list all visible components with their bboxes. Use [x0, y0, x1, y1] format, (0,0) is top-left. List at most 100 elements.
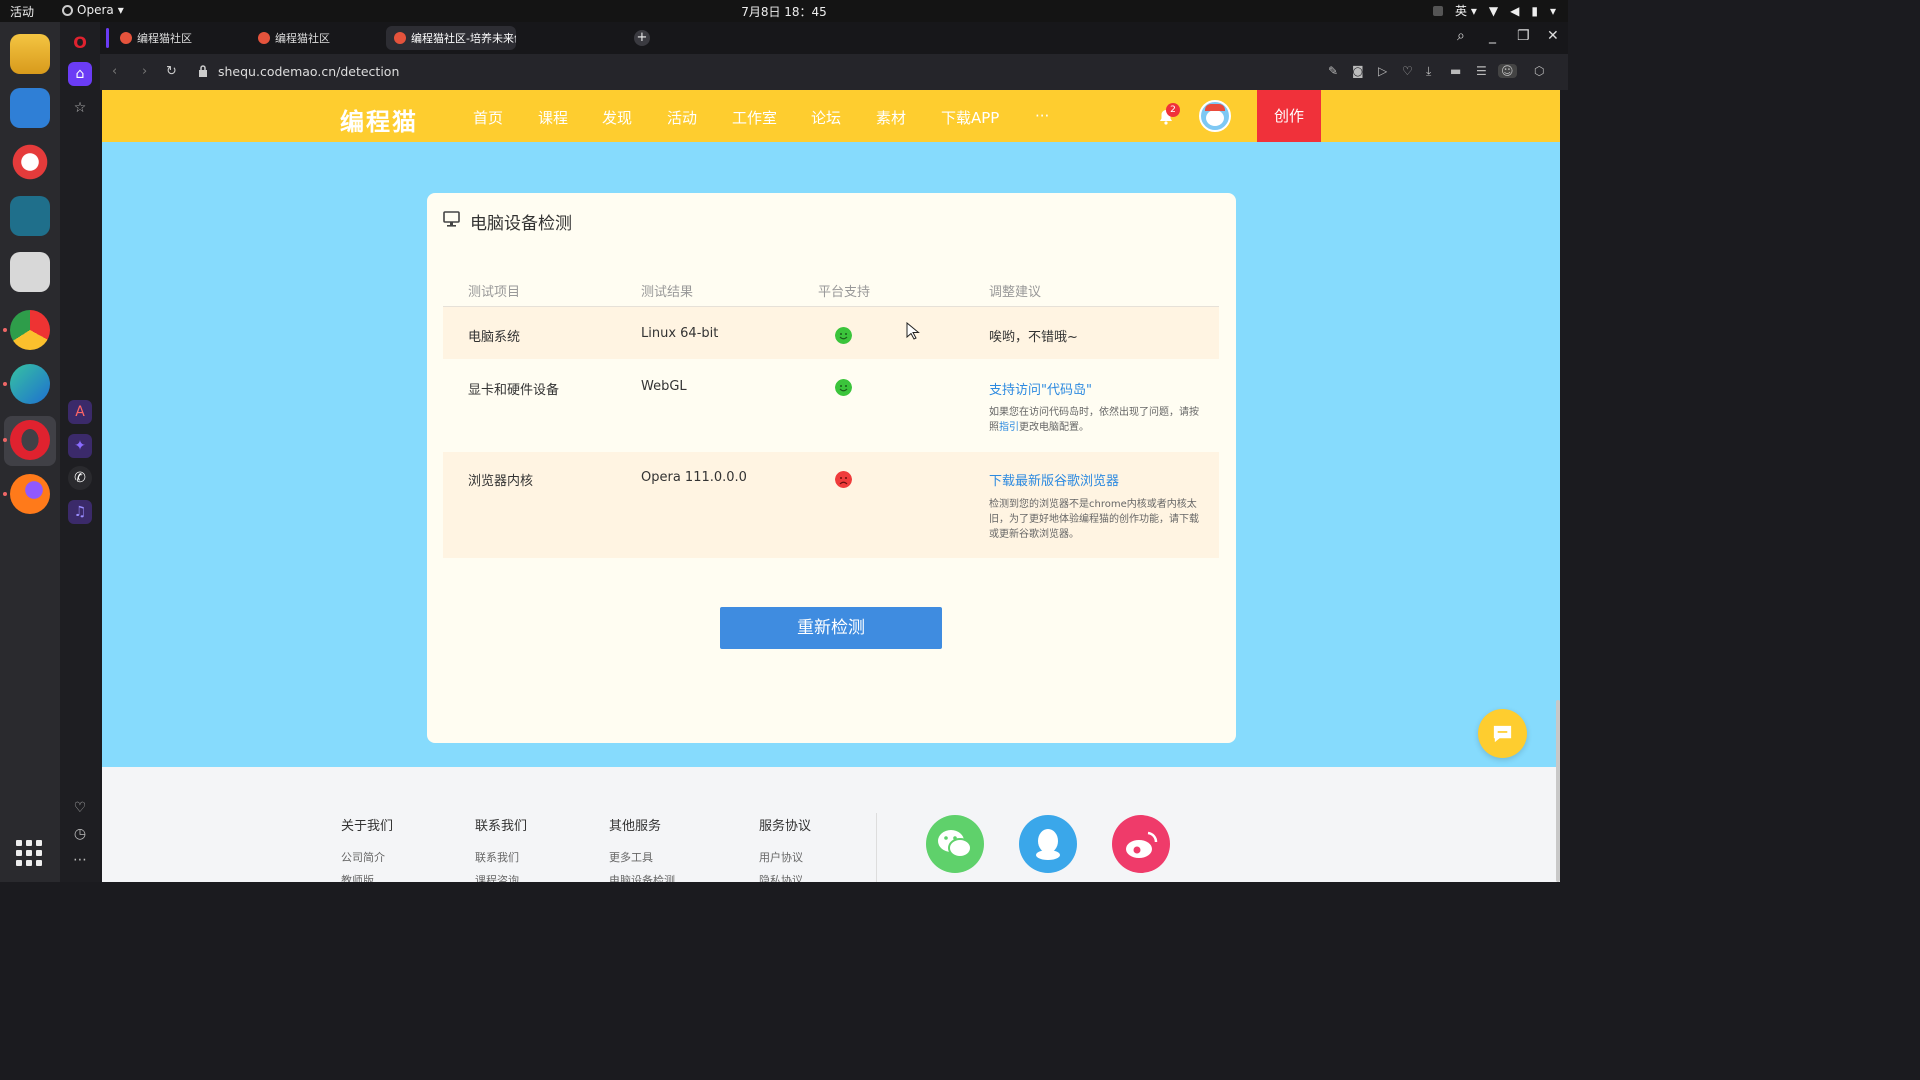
forward-icon[interactable]: › — [142, 64, 147, 79]
edit-icon[interactable]: ✎ — [1328, 64, 1338, 78]
battery-saver-icon[interactable]: ▬ — [1450, 64, 1461, 78]
input-method-indicator[interactable]: 英 ▾ — [1455, 2, 1477, 19]
opera-sidebar: O ⌂ ☆ A ✦ ✆ ♫ ♡ ◷ ⋯ — [60, 22, 100, 882]
footer-link[interactable]: 电脑设备检测 — [609, 872, 675, 882]
url-field[interactable]: shequ.codemao.cn/detection — [218, 64, 399, 79]
footer-link[interactable]: 更多工具 — [609, 849, 653, 865]
volume-icon: ◀ — [1510, 3, 1520, 18]
weibo-icon[interactable] — [1112, 815, 1170, 873]
easy-setup-icon[interactable]: ☰ — [1476, 64, 1487, 78]
writer-icon[interactable] — [10, 88, 50, 128]
wechat-icon[interactable] — [926, 815, 984, 873]
home-icon[interactable]: ⌂ — [68, 62, 92, 86]
nav-more[interactable]: ··· — [1035, 107, 1049, 125]
extensions-icon[interactable]: ⬡ — [1534, 64, 1544, 78]
nav-forum[interactable]: 论坛 — [811, 107, 841, 128]
music-player-icon[interactable]: ♫ — [68, 500, 92, 524]
code-island-link[interactable]: 支持访问"代码岛" — [989, 379, 1092, 398]
qq-icon[interactable] — [1019, 815, 1077, 873]
chrome-icon[interactable] — [10, 310, 50, 350]
minimize-icon[interactable]: _ — [1489, 28, 1496, 44]
help-lifebuoy-icon[interactable] — [10, 142, 50, 182]
create-button[interactable]: 创作 — [1257, 90, 1321, 142]
download-chrome-link[interactable]: 下载最新版谷歌浏览器 — [989, 470, 1119, 489]
codemao-favicon — [120, 32, 132, 44]
download-icon[interactable]: ⤓ — [1426, 64, 1431, 79]
opera-menu-icon[interactable]: O — [68, 30, 92, 54]
browser-tab[interactable]: 编程猫社区 — [250, 26, 380, 50]
recheck-button[interactable]: 重新检测 — [720, 607, 942, 649]
footer-link[interactable]: 隐私协议 — [759, 872, 803, 882]
footer-heading: 服务协议 — [759, 819, 812, 834]
software-store-icon[interactable] — [10, 252, 50, 292]
search-tabs-icon[interactable]: ⌕ — [1457, 28, 1465, 44]
profile-icon[interactable]: ☺ — [1498, 64, 1517, 78]
maximize-icon[interactable]: ❐ — [1517, 28, 1530, 44]
column-header-advice: 调整建议 — [989, 285, 1042, 300]
files-icon[interactable] — [10, 34, 50, 74]
site-logo[interactable]: 编程猫 — [340, 102, 418, 137]
firefox-icon[interactable] — [10, 474, 50, 514]
footer-heading: 联系我们 — [475, 819, 528, 834]
screen-record-icon — [1433, 5, 1444, 16]
footer-link[interactable]: 教师版 — [341, 872, 374, 882]
table-row — [443, 307, 1219, 359]
test-item: 电脑系统 — [468, 330, 521, 345]
opera-icon[interactable] — [10, 420, 50, 460]
remote-desktop-icon[interactable] — [10, 196, 50, 236]
running-indicator — [3, 382, 7, 386]
footer-link[interactable]: 课程咨询 — [475, 872, 519, 882]
page-title: 电脑设备检测 — [470, 214, 572, 234]
avatar-hat — [1205, 104, 1225, 111]
new-tab-button[interactable]: + — [634, 30, 650, 46]
nav-studio[interactable]: 工作室 — [732, 107, 777, 128]
footer-link[interactable]: 联系我们 — [475, 849, 519, 865]
aria-icon[interactable]: A — [68, 400, 92, 424]
page-scrollbar[interactable] — [1556, 700, 1560, 882]
footer-link[interactable]: 公司简介 — [341, 849, 385, 865]
footer-divider — [876, 813, 877, 882]
nav-home[interactable]: 首页 — [473, 107, 503, 128]
detection-card: 电脑设备检测 测试项目 测试结果 平台支持 调整建议 电脑系统 Linux 64… — [427, 193, 1236, 743]
running-indicator — [3, 328, 7, 332]
nav-events[interactable]: 活动 — [667, 107, 697, 128]
test-result: Opera 111.0.0.0 — [641, 470, 747, 485]
close-icon[interactable]: ✕ — [1547, 28, 1559, 44]
avatar[interactable] — [1199, 100, 1231, 132]
browser-tab[interactable]: 编程猫社区 — [112, 26, 242, 50]
back-icon[interactable]: ‹ — [112, 64, 117, 79]
nav-download-app[interactable]: 下载APP — [941, 107, 999, 128]
footer-heading: 其他服务 — [609, 819, 662, 834]
avatar-face — [1206, 110, 1224, 126]
test-item: 浏览器内核 — [468, 474, 534, 489]
smile-ok-icon — [835, 379, 852, 396]
heart-icon[interactable]: ♡ — [68, 796, 92, 820]
footer-link[interactable]: 用户协议 — [759, 849, 803, 865]
show-apps-icon[interactable] — [16, 840, 42, 866]
nav-discover[interactable]: 发现 — [602, 107, 632, 128]
clock[interactable]: 7月8日 18：45 — [0, 3, 1568, 20]
nav-courses[interactable]: 课程 — [538, 107, 568, 128]
play-icon[interactable]: ▷ — [1378, 64, 1387, 78]
nav-materials[interactable]: 素材 — [876, 107, 906, 128]
chat-bubble-icon — [1493, 725, 1512, 743]
whatsapp-icon[interactable]: ✆ — [68, 466, 92, 490]
snapshot-icon[interactable]: ◙ — [1352, 64, 1364, 78]
edge-dev-icon[interactable] — [10, 364, 50, 404]
dock — [0, 22, 60, 882]
browser-tab-active[interactable]: 编程猫社区-培养未来创 — [386, 26, 516, 50]
column-header-support: 平台支持 — [818, 285, 871, 300]
more-icon[interactable]: ⋯ — [68, 848, 92, 872]
site-header: 编程猫 首页 课程 发现 活动 工作室 论坛 素材 下载APP ··· 2 创作 — [102, 90, 1560, 142]
guide-link[interactable]: 指引 — [999, 422, 1019, 433]
test-item: 显卡和硬件设备 — [468, 383, 560, 398]
pinboard-icon[interactable]: ☆ — [68, 96, 92, 120]
tab-stripe — [106, 28, 109, 48]
heart-icon[interactable]: ♡ — [1402, 64, 1413, 78]
reload-icon[interactable]: ↻ — [166, 64, 177, 79]
messenger-icon[interactable]: ✦ — [68, 434, 92, 458]
monitor-icon — [443, 211, 460, 227]
system-tray[interactable]: 英 ▾ ▼ ◀ ▮ ▾ — [1433, 2, 1556, 19]
chat-button[interactable] — [1478, 709, 1527, 758]
history-icon[interactable]: ◷ — [68, 822, 92, 846]
